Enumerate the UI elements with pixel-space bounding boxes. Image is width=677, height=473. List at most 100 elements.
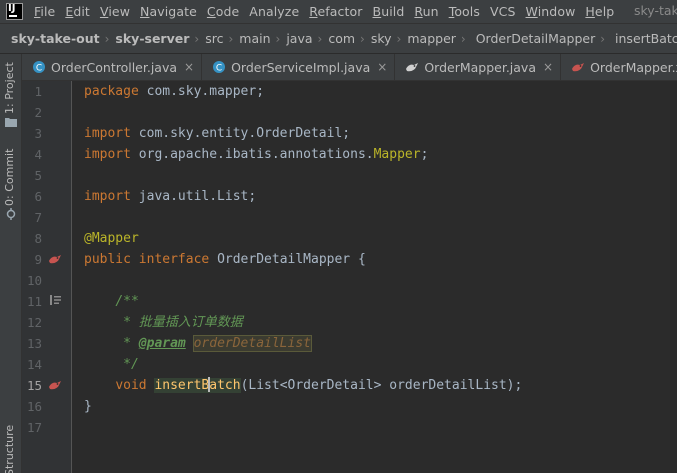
code-editor[interactable]: package com.sky.mapper; import com.sky.e… [72, 81, 677, 473]
line-number-current: 15 [26, 378, 42, 393]
close-icon[interactable]: × [543, 60, 553, 74]
keyword: public [84, 252, 131, 267]
commit-tool-tab[interactable]: 0: Commit [3, 149, 19, 206]
line-number: 7 [34, 210, 42, 225]
code-line: import org.apache.ibatis.annotations.Map… [84, 144, 428, 165]
menu-label: dit [73, 4, 90, 19]
breadcrumb-class[interactable]: OrderDetailMapper [476, 31, 596, 46]
line-number: 14 [26, 357, 42, 372]
tab-order-mapper-xml[interactable]: OrderMapper.xml × [561, 54, 677, 80]
code-line: import com.sky.entity.OrderDetail; [84, 123, 350, 144]
breadcrumb-sky[interactable]: sky [371, 31, 392, 46]
code-line: */ [84, 354, 139, 375]
menu-label: indow [537, 4, 576, 19]
line-number: 12 [26, 315, 42, 330]
doc-comment: */ [115, 357, 139, 372]
breadcrumb: sky-take-out › sky-server › src › main ›… [0, 23, 677, 54]
menu-item[interactable]: View [95, 4, 135, 19]
code-line: public interface OrderDetailMapper { [84, 249, 366, 270]
menu-items: File Edit View Navigate Code Analyze Refactor B… [29, 4, 619, 19]
menu-item[interactable]: Build [368, 4, 410, 19]
menu-item[interactable]: Analyze [244, 4, 304, 19]
line-number: 1 [34, 84, 42, 99]
code-text: com.sky.entity.OrderDetail; [130, 126, 351, 141]
menu-item[interactable]: Code [202, 4, 244, 19]
mybatis-navigate-icon[interactable] [48, 378, 62, 392]
keyword: import [84, 189, 131, 204]
tab-order-controller[interactable]: C OrderController.java × [22, 54, 203, 80]
structure-tool-tab[interactable]: Structure [3, 425, 19, 473]
breadcrumb-main[interactable]: main [239, 31, 270, 46]
breadcrumb-mapper[interactable]: mapper [407, 31, 456, 46]
breadcrumb-method[interactable]: insertBatch [615, 31, 677, 46]
line-number: 8 [34, 231, 42, 246]
breadcrumb-com[interactable]: com [328, 31, 355, 46]
menu-item[interactable]: Refactor [304, 4, 367, 19]
breadcrumb-module[interactable]: sky-server [115, 31, 189, 46]
editor-tabs: C OrderController.java × C OrderServiceI… [22, 54, 677, 81]
code-text: ; [420, 147, 429, 162]
code-line-current: void insertBatch(List<OrderDetail> order… [84, 375, 522, 396]
svg-text:C: C [216, 64, 222, 74]
menu-label: Analyze [249, 4, 300, 19]
code-line: package com.sky.mapper; [84, 81, 264, 102]
menu-mnemonic: R [309, 4, 318, 19]
folder-icon [5, 118, 17, 127]
chevron-right-icon: › [317, 31, 323, 46]
chevron-right-icon: › [275, 31, 281, 46]
line-number: 16 [26, 399, 42, 414]
project-tool-tab[interactable]: 1: Project [3, 60, 19, 114]
method-name-part: insertB [154, 378, 210, 393]
annotation-text: Mapper [373, 147, 421, 162]
menu-item[interactable]: Navigate [135, 4, 202, 19]
menu-item[interactable]: Window [521, 4, 581, 19]
menu-item[interactable]: VCS [485, 4, 521, 19]
code-text: } [84, 399, 92, 414]
intellij-logo-icon [6, 3, 23, 20]
tab-order-mapper-java[interactable]: OrderMapper.java × [395, 54, 562, 80]
code-line: * @param orderDetailList [84, 333, 313, 354]
doc-comment: /** [115, 294, 139, 309]
menu-label: avigate [149, 4, 197, 19]
window-title: sky-take [634, 3, 677, 18]
menu-label: ode [215, 4, 240, 19]
tab-order-service-impl[interactable]: C OrderServiceImpl.java × [202, 54, 396, 80]
doc-tag: @param [138, 336, 186, 351]
line-number: 2 [34, 105, 42, 120]
close-icon[interactable]: × [184, 60, 194, 74]
menu-item[interactable]: Help [580, 4, 619, 19]
line-number-gutter[interactable]: 1 2 3 4 5 6 7 8 9 10 11 12 13 14 15 16 1… [22, 81, 81, 473]
doc-comment: * [115, 336, 139, 351]
chevron-right-icon: › [228, 31, 234, 46]
menu-mnemonic: H [585, 4, 595, 19]
keyword: import [84, 126, 131, 141]
menu-item[interactable]: File [29, 4, 60, 19]
line-number: 4 [34, 147, 42, 162]
menu-mnemonic: C [206, 4, 216, 19]
svg-text:C: C [36, 64, 42, 74]
menu-mnemonic: B [372, 4, 382, 19]
breadcrumb-project[interactable]: sky-take-out [11, 31, 100, 46]
code-text: com.sky.mapper; [138, 84, 265, 99]
code-line: /** [84, 291, 139, 312]
breadcrumb-src[interactable]: src [205, 31, 223, 46]
chevron-right-icon: › [104, 31, 110, 46]
breadcrumb-java[interactable]: java [286, 31, 312, 46]
code-text: java.util.List; [130, 189, 257, 204]
menu-bar: FileEditViewNavigateCodeAnalyzeRefactorB… [0, 0, 677, 23]
commit-icon [6, 208, 16, 220]
menu-item[interactable]: Run [409, 4, 443, 19]
menu-item[interactable]: Edit [60, 4, 95, 19]
line-number: 9 [34, 252, 42, 267]
code-text: org.apache.ibatis.annotations. [130, 147, 374, 162]
line-number: 17 [26, 420, 42, 435]
close-icon[interactable]: × [377, 60, 387, 74]
mybatis-navigate-icon[interactable] [48, 252, 62, 266]
render-doc-icon[interactable] [50, 295, 61, 305]
chevron-right-icon: › [360, 31, 365, 46]
method-name-part: atch [209, 378, 241, 393]
keyword: interface [138, 252, 210, 267]
mybatis-icon [406, 63, 419, 72]
chevron-right-icon: › [396, 31, 402, 46]
menu-item[interactable]: Tools [444, 4, 485, 19]
